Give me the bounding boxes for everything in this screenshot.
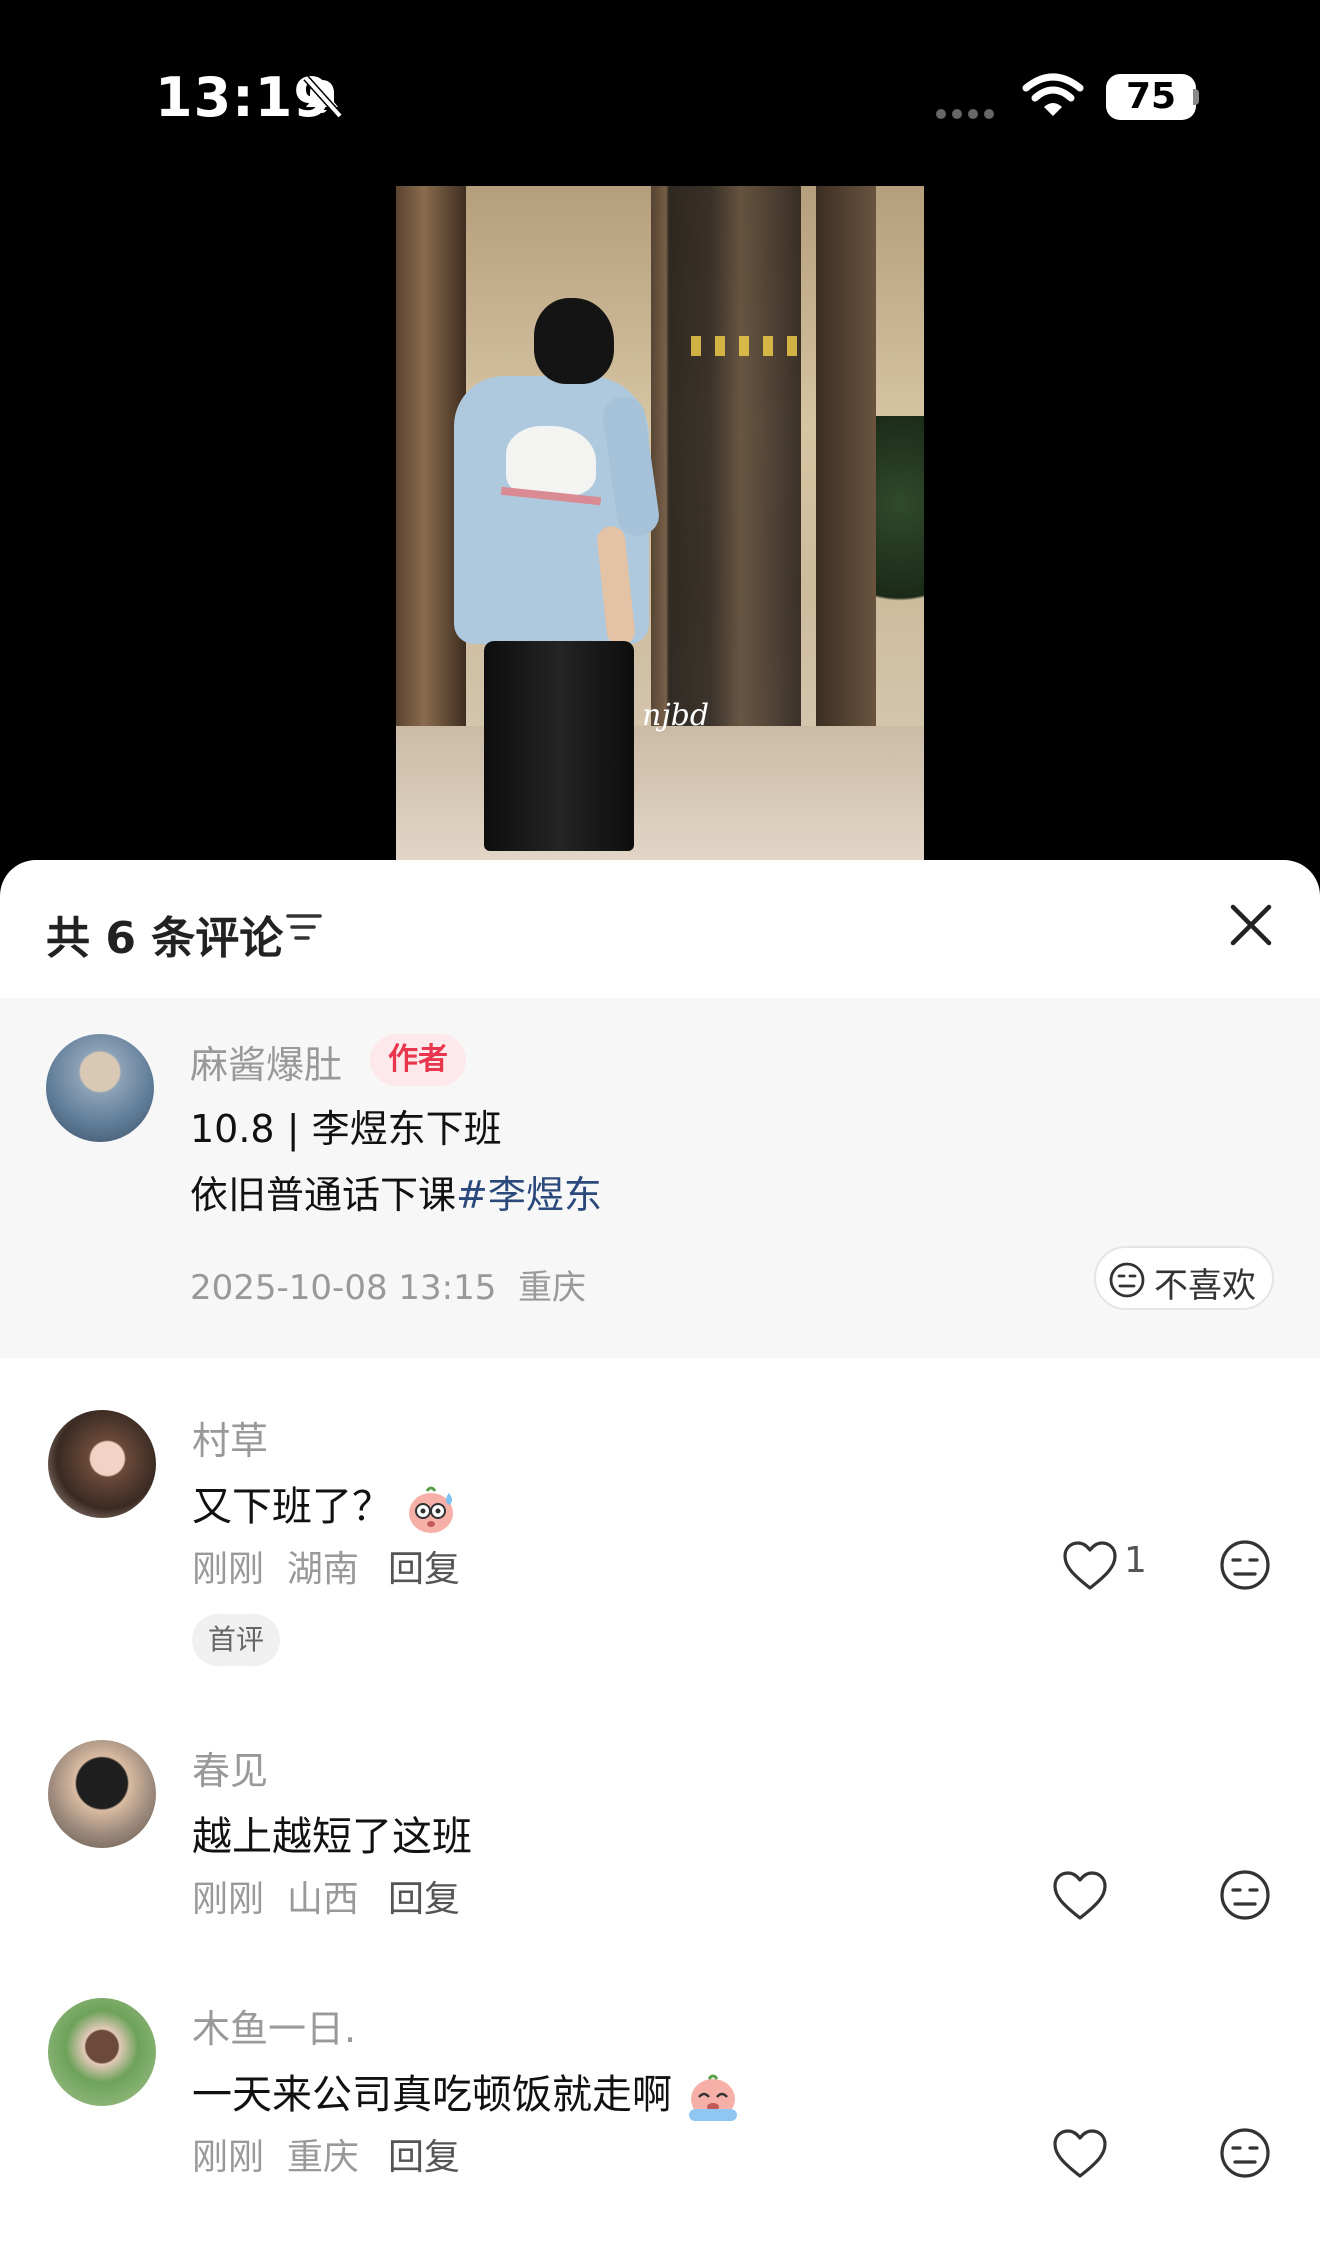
commenter-name[interactable]: 木鱼一日. bbox=[192, 1998, 356, 2053]
cellular-signal-icon bbox=[936, 104, 1000, 123]
like-count: 1 bbox=[1124, 1540, 1147, 1581]
dislike-button[interactable]: 不喜欢 bbox=[1094, 1246, 1274, 1310]
comment-text-content: 又下班了？ bbox=[192, 1484, 392, 1530]
battery-indicator: 75 bbox=[1106, 74, 1196, 120]
author-post: 麻酱爆肚 作者 10.8 | 李煜东下班 依旧普通话下课#李煜东 2025-10… bbox=[0, 998, 1320, 1358]
reply-button[interactable]: 回复 bbox=[388, 1540, 460, 1592]
dislike-label: 不喜欢 bbox=[1154, 1266, 1256, 1306]
author-post-text: 依旧普通话下课 bbox=[190, 1173, 457, 1217]
video-frame[interactable]: njbd bbox=[396, 186, 924, 862]
heart-icon[interactable] bbox=[1050, 2126, 1110, 2182]
comment-text: 越上越短了这班 bbox=[192, 1814, 472, 1860]
avatar[interactable] bbox=[48, 1998, 156, 2106]
comment-time: 刚刚 bbox=[192, 2137, 265, 2178]
author-post-line1: 10.8 | 李煜东下班 bbox=[190, 1107, 502, 1151]
comment-count-title: 共 6 条评论 bbox=[46, 913, 284, 964]
comment-location: 山西 bbox=[286, 1879, 359, 1920]
commenter-name[interactable]: 村草 bbox=[192, 1410, 268, 1465]
comment-item: 村草 又下班了？ 刚刚 湖南 回复 1 首评 bbox=[0, 1410, 1320, 1670]
heart-icon[interactable] bbox=[1050, 1868, 1110, 1924]
neutral-face-icon[interactable] bbox=[1218, 1868, 1272, 1922]
status-bar: 13:19 75 bbox=[0, 0, 1320, 170]
hashtag-link[interactable]: #李煜东 bbox=[456, 1173, 602, 1217]
commenter-name[interactable]: 春见 bbox=[192, 1740, 268, 1795]
battery-cap bbox=[1193, 89, 1199, 105]
avatar[interactable] bbox=[46, 1034, 154, 1142]
author-post-line2: 依旧普通话下课#李煜东 bbox=[190, 1164, 602, 1219]
close-icon[interactable] bbox=[1228, 902, 1274, 948]
avatar[interactable] bbox=[48, 1410, 156, 1518]
neutral-face-icon[interactable] bbox=[1218, 1538, 1272, 1592]
author-name[interactable]: 麻酱爆肚 bbox=[190, 1034, 342, 1089]
comment-meta: 刚刚 山西 bbox=[192, 1870, 359, 1922]
avatar[interactable] bbox=[48, 1740, 156, 1848]
crying-face-sticker-icon bbox=[688, 2074, 737, 2121]
filter-icon[interactable] bbox=[286, 910, 322, 944]
reply-button[interactable]: 回复 bbox=[388, 1870, 460, 1922]
first-comment-badge: 首评 bbox=[192, 1614, 281, 1666]
comment-location: 重庆 bbox=[286, 2137, 359, 2178]
comment-item: 木鱼一日. 一天来公司真吃顿饭就走啊 刚刚 重庆 回复 bbox=[0, 1998, 1320, 2258]
author-badge: 作者 bbox=[370, 1034, 466, 1086]
bell-slash-icon bbox=[303, 75, 343, 119]
comment-text: 一天来公司真吃顿饭就走啊 bbox=[192, 2062, 741, 2123]
comment-location: 湖南 bbox=[286, 1549, 359, 1590]
comment-meta: 刚刚 湖南 bbox=[192, 1540, 359, 1592]
comment-sheet: 共 6 条评论 麻酱爆肚 作者 10.8 | 李煜东下班 依旧普通话下课#李煜东… bbox=[0, 860, 1320, 2260]
comment-time: 刚刚 bbox=[192, 1549, 265, 1590]
post-timestamp: 2025-10-08 13:15 bbox=[190, 1268, 497, 1308]
comment-text: 又下班了？ bbox=[192, 1474, 461, 1535]
author-post-meta: 2025-10-08 13:15 重庆 bbox=[190, 1260, 586, 1309]
reply-button[interactable]: 回复 bbox=[388, 2128, 460, 2180]
neutral-face-icon bbox=[1109, 1262, 1145, 1298]
comment-time: 刚刚 bbox=[192, 1879, 265, 1920]
video-watermark: njbd bbox=[642, 698, 710, 733]
comment-item: 春见 越上越短了这班 刚刚 山西 回复 bbox=[0, 1740, 1320, 2000]
wifi-icon bbox=[1022, 73, 1084, 116]
post-location: 重庆 bbox=[518, 1268, 587, 1308]
comment-meta: 刚刚 重庆 bbox=[192, 2128, 359, 2180]
neutral-face-icon[interactable] bbox=[1218, 2126, 1272, 2180]
comment-text-content: 一天来公司真吃顿饭就走啊 bbox=[192, 2072, 672, 2118]
sheet-header: 共 6 条评论 bbox=[0, 860, 1320, 998]
surprised-face-sticker-icon bbox=[408, 1486, 453, 1533]
heart-icon[interactable] bbox=[1060, 1538, 1120, 1594]
